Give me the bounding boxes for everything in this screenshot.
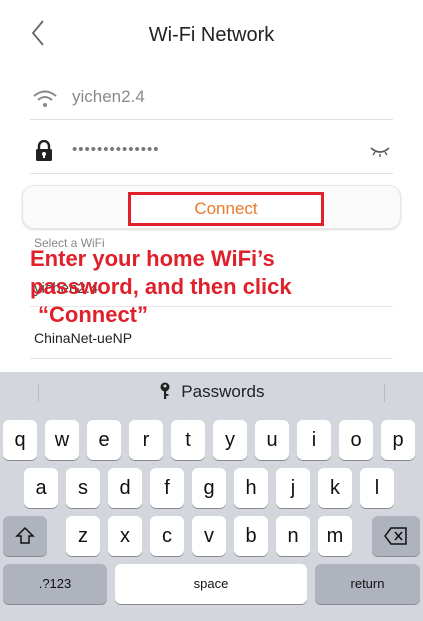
key-a[interactable]: a <box>24 468 58 508</box>
shift-icon <box>15 526 35 544</box>
key-p[interactable]: p <box>381 420 415 460</box>
key-c[interactable]: c <box>150 516 184 556</box>
passwords-label: Passwords <box>181 382 265 401</box>
key-n[interactable]: n <box>276 516 310 556</box>
key-z[interactable]: z <box>66 516 100 556</box>
key-l[interactable]: l <box>360 468 394 508</box>
list-item[interactable]: ChinaNet-ueNP <box>34 330 132 346</box>
key-w[interactable]: w <box>45 420 79 460</box>
divider <box>30 173 393 174</box>
key-b[interactable]: b <box>234 516 268 556</box>
ssid-value: yichen2.4 <box>72 87 145 106</box>
instruction-annotation: Enter your home WiFi’s password, and the… <box>30 245 415 329</box>
ssid-field[interactable]: yichen2.4 <box>30 80 393 120</box>
page-title: Wi-Fi Network <box>148 24 275 46</box>
keyboard: Passwords q w e r t y u i o p a s d f g … <box>0 372 423 621</box>
key-k[interactable]: k <box>318 468 352 508</box>
divider <box>30 358 393 359</box>
backspace-icon <box>384 527 407 545</box>
key-x[interactable]: x <box>108 516 142 556</box>
passwords-button[interactable]: Passwords <box>0 382 423 402</box>
divider <box>30 119 393 120</box>
key-t[interactable]: t <box>171 420 205 460</box>
key-r[interactable]: r <box>129 420 163 460</box>
annotation-line: Enter your home WiFi’s <box>30 246 275 271</box>
key-f[interactable]: f <box>150 468 184 508</box>
numbers-key[interactable]: .?123 <box>3 564 107 604</box>
key-o[interactable]: o <box>339 420 373 460</box>
eye-closed-icon[interactable] <box>369 144 391 158</box>
key-i[interactable]: i <box>297 420 331 460</box>
key-q[interactable]: q <box>3 420 37 460</box>
key-j[interactable]: j <box>276 468 310 508</box>
key-v[interactable]: v <box>192 516 226 556</box>
annotation-line: “Connect” <box>38 302 148 327</box>
key-y[interactable]: y <box>213 420 247 460</box>
key-e[interactable]: e <box>87 420 121 460</box>
shift-key[interactable] <box>3 516 47 556</box>
key-h[interactable]: h <box>234 468 268 508</box>
password-value: •••••••••••••• <box>72 141 160 158</box>
delete-key[interactable] <box>372 516 420 556</box>
wifi-icon <box>33 90 57 107</box>
key-g[interactable]: g <box>192 468 226 508</box>
key-s[interactable]: s <box>66 468 100 508</box>
key-u[interactable]: u <box>255 420 289 460</box>
return-key[interactable]: return <box>315 564 420 604</box>
annotation-line: password, and then click <box>30 274 292 299</box>
keyboard-suggestion-bar: Passwords <box>0 372 423 412</box>
connect-button[interactable]: Connect <box>128 192 324 226</box>
key-d[interactable]: d <box>108 468 142 508</box>
key-m[interactable]: m <box>318 516 352 556</box>
password-field[interactable]: •••••••••••••• <box>30 130 393 174</box>
lock-icon <box>36 140 52 161</box>
space-key[interactable]: space <box>115 564 307 604</box>
key-icon <box>160 382 170 399</box>
